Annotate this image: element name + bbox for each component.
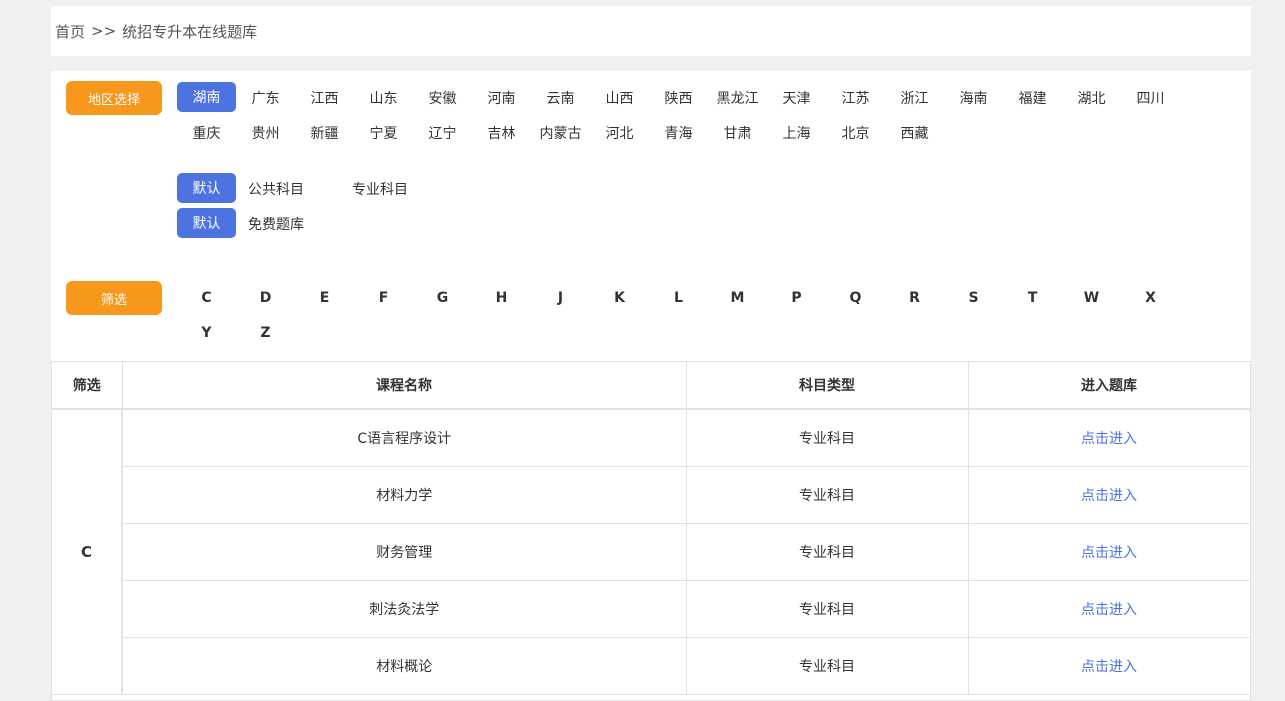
enter-cell: 点击进入 bbox=[968, 523, 1251, 581]
course-name: C语言程序设计 bbox=[122, 409, 687, 467]
breadcrumb-home-link[interactable]: 首页 bbox=[55, 21, 85, 42]
bank-type-options: 默认 免费题库 bbox=[177, 206, 1237, 241]
table-row: C C语言程序设计 专业科目 点击进入 bbox=[52, 409, 1251, 695]
region-options: 湖南 广东 江西 山东 安徽 河南 云南 山西 陕西 黑龙江 天津 江苏 浙江 海南 福建 湖北 四川重庆 贵州新… bbox=[177, 80, 1237, 150]
letter-option[interactable]: D bbox=[236, 280, 295, 315]
region-option[interactable]: 江苏 bbox=[826, 80, 885, 115]
letter-option[interactable]: M bbox=[708, 280, 767, 315]
header-course-name: 课程名称 bbox=[122, 362, 687, 410]
letter-option[interactable]: H bbox=[472, 280, 531, 315]
region-option[interactable]: 内蒙古 bbox=[531, 115, 590, 150]
region-option[interactable]: 湖南 bbox=[177, 82, 236, 112]
region-option[interactable]: 福建 bbox=[1003, 80, 1062, 115]
subject-type: 专业科目 bbox=[686, 409, 969, 467]
region-option[interactable]: 陕西 bbox=[649, 80, 708, 115]
subject-type: 专业科目 bbox=[686, 580, 969, 638]
course-table: 筛选 课程名称 科目类型 进入题库 C C语言程序设计 专业科目 点击进入 材料… bbox=[51, 361, 1251, 701]
enter-cell: 点击进入 bbox=[968, 580, 1251, 638]
region-option[interactable]: 河北 bbox=[590, 115, 649, 150]
breadcrumb-separator: >> bbox=[91, 22, 117, 40]
region-option[interactable]: 宁夏 bbox=[354, 115, 413, 150]
region-option[interactable]: 西藏 bbox=[885, 115, 944, 150]
region-option[interactable]: 山西 bbox=[590, 80, 649, 115]
enter-link[interactable]: 点击进入 bbox=[1081, 659, 1137, 675]
subject-type-public[interactable]: 公共科目 bbox=[236, 171, 316, 206]
letter-option[interactable]: K bbox=[590, 280, 649, 315]
course-name: 材料力学 bbox=[122, 466, 687, 524]
letter-option[interactable]: Q bbox=[826, 280, 885, 315]
letter-option[interactable]: W bbox=[1062, 280, 1121, 315]
region-option[interactable]: 黑龙江 bbox=[708, 80, 767, 115]
region-option[interactable]: 湖北 bbox=[1062, 80, 1121, 115]
region-option[interactable]: 吉林 bbox=[472, 115, 531, 150]
header-filter: 筛选 bbox=[52, 362, 123, 410]
letter-option[interactable]: G bbox=[413, 280, 472, 315]
region-option[interactable]: 新疆 bbox=[295, 115, 354, 150]
breadcrumb: 首页 >> 统招专升本在线题库 bbox=[51, 6, 1251, 56]
filter-panel: 地区选择 湖南 广东 江西 山东 安徽 河南 云南 山西 陕西 黑龙江 天津 江苏 浙江 海南 福建 湖北 四川… bbox=[51, 71, 1251, 361]
table-row: 材料力学 专业科目 点击进入 bbox=[52, 466, 1251, 524]
region-option[interactable]: 海南 bbox=[944, 80, 1003, 115]
subject-type-professional[interactable]: 专业科目 bbox=[340, 171, 420, 206]
enter-cell: 点击进入 bbox=[968, 637, 1251, 695]
region-option[interactable]: 重庆 bbox=[177, 115, 236, 150]
course-name: 财务管理 bbox=[122, 523, 687, 581]
table-row: 财务管理 专业科目 点击进入 bbox=[52, 523, 1251, 581]
letter-option[interactable]: X bbox=[1121, 280, 1180, 315]
region-option[interactable]: 上海 bbox=[767, 115, 826, 150]
enter-link[interactable]: 点击进入 bbox=[1081, 488, 1137, 504]
enter-cell: 点击进入 bbox=[968, 409, 1251, 467]
region-option[interactable]: 辽宁 bbox=[413, 115, 472, 150]
table-row: 刺法灸法学 专业科目 点击进入 bbox=[52, 580, 1251, 638]
region-option[interactable]: 北京 bbox=[826, 115, 885, 150]
bank-type-free[interactable]: 免费题库 bbox=[236, 206, 316, 241]
region-option[interactable]: 青海 bbox=[649, 115, 708, 150]
region-option[interactable]: 云南 bbox=[531, 80, 590, 115]
region-option[interactable]: 天津 bbox=[767, 80, 826, 115]
letter-option[interactable]: C bbox=[177, 280, 236, 315]
region-option[interactable]: 河南 bbox=[472, 80, 531, 115]
enter-cell: 点击进入 bbox=[968, 466, 1251, 524]
enter-link[interactable]: 点击进入 bbox=[1081, 545, 1137, 561]
breadcrumb-current: 统招专升本在线题库 bbox=[122, 22, 258, 41]
header-subject-type: 科目类型 bbox=[686, 362, 969, 410]
enter-link[interactable]: 点击进入 bbox=[1081, 602, 1137, 618]
course-name: 刺法灸法学 bbox=[122, 580, 687, 638]
letter-option[interactable]: T bbox=[1003, 280, 1062, 315]
region-option[interactable]: 广东 bbox=[236, 80, 295, 115]
subject-type: 专业科目 bbox=[686, 523, 969, 581]
letter-option[interactable]: F bbox=[354, 280, 413, 315]
header-enter-bank: 进入题库 bbox=[968, 362, 1251, 410]
letter-option[interactable]: P bbox=[767, 280, 826, 315]
letter-filter-label: 筛选 bbox=[66, 281, 162, 315]
region-option[interactable]: 四川 bbox=[1121, 80, 1180, 115]
letter-option[interactable]: J bbox=[531, 280, 590, 315]
bank-type-default[interactable]: 默认 bbox=[177, 208, 236, 238]
subject-type-options: 默认 公共科目 专业科目 bbox=[177, 171, 1237, 206]
letter-option[interactable]: Z bbox=[236, 315, 295, 350]
region-option[interactable]: 甘肃 bbox=[708, 115, 767, 150]
letter-option[interactable]: Y bbox=[177, 315, 236, 350]
subject-type: 专业科目 bbox=[686, 466, 969, 524]
letter-option[interactable]: S bbox=[944, 280, 1003, 315]
letter-option[interactable]: L bbox=[649, 280, 708, 315]
table-header-row: 筛选 课程名称 科目类型 进入题库 bbox=[52, 362, 1251, 410]
subject-type: 专业科目 bbox=[686, 637, 969, 695]
letter-option[interactable]: R bbox=[885, 280, 944, 315]
subject-type-default[interactable]: 默认 bbox=[177, 173, 236, 203]
letter-option[interactable]: E bbox=[295, 280, 354, 315]
table-row: 材料概论 专业科目 点击进入 bbox=[52, 637, 1251, 695]
group-letter: C bbox=[52, 409, 123, 695]
region-option[interactable]: 山东 bbox=[354, 80, 413, 115]
region-option[interactable]: 浙江 bbox=[885, 80, 944, 115]
region-option[interactable]: 贵州 bbox=[236, 115, 295, 150]
region-option[interactable]: 安徽 bbox=[413, 80, 472, 115]
region-select-label: 地区选择 bbox=[66, 81, 162, 115]
letter-options: CDEFGHJKLMPQRSTWX YZ bbox=[177, 280, 1237, 350]
region-option[interactable]: 江西 bbox=[295, 80, 354, 115]
course-name: 材料概论 bbox=[122, 637, 687, 695]
enter-link[interactable]: 点击进入 bbox=[1081, 431, 1137, 447]
